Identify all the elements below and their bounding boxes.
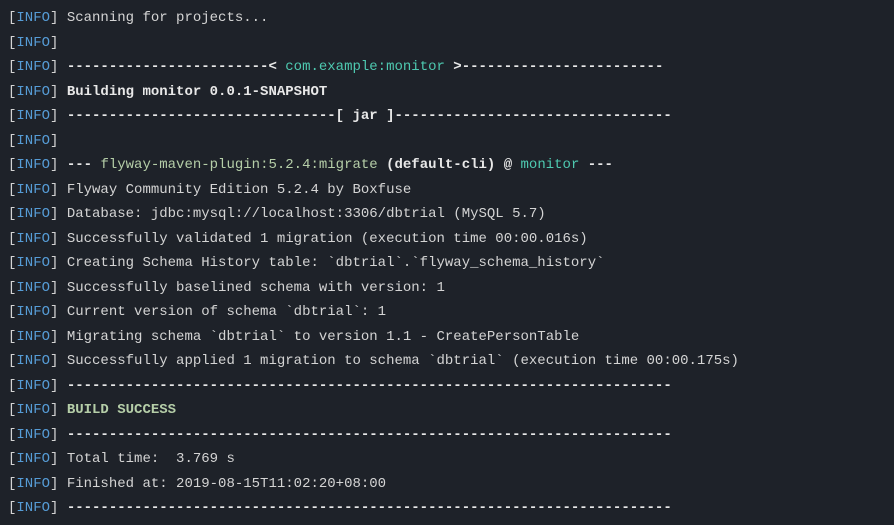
log-text: Creating Schema History table: `dbtrial`… bbox=[67, 255, 605, 271]
log-text: Current version of schema `dbtrial`: 1 bbox=[67, 304, 386, 320]
log-line: [INFO] ---------------------------------… bbox=[8, 496, 886, 521]
log-text: Scanning for projects... bbox=[67, 10, 269, 26]
log-line: [INFO] Current version of schema `dbtria… bbox=[8, 300, 886, 325]
build-success: BUILD SUCCESS bbox=[67, 402, 176, 418]
log-line: [INFO] ---------------------------------… bbox=[8, 374, 886, 399]
plugin-rule-left: --- bbox=[67, 157, 101, 173]
total-time: Total time: 3.769 s bbox=[67, 451, 235, 467]
log-line: [INFO] Successfully validated 1 migratio… bbox=[8, 227, 886, 252]
log-text: Successfully applied 1 migration to sche… bbox=[67, 353, 739, 369]
log-text: Migrating schema `dbtrial` to version 1.… bbox=[67, 329, 579, 345]
log-line: [INFO] --------------------------------[… bbox=[8, 104, 886, 129]
log-line: [INFO] Migrating schema `dbtrial` to ver… bbox=[8, 325, 886, 350]
plugin-rule-right: --- bbox=[579, 157, 613, 173]
packaging-rule: --------------------------------[ jar ]-… bbox=[67, 108, 672, 124]
log-line: [INFO] ------------------------< com.exa… bbox=[8, 55, 886, 80]
log-line: [INFO] bbox=[8, 129, 886, 154]
building-line: Building monitor 0.0.1-SNAPSHOT bbox=[67, 84, 327, 100]
project-coords: com.example:monitor bbox=[285, 59, 445, 75]
log-line: [INFO] bbox=[8, 31, 886, 56]
plugin-exec: (default-cli) bbox=[378, 157, 496, 173]
separator-rule: ----------------------------------------… bbox=[67, 427, 672, 443]
log-line: [INFO] Creating Schema History table: `d… bbox=[8, 251, 886, 276]
log-line: [INFO] ---------------------------------… bbox=[8, 423, 886, 448]
tag-close: ] bbox=[50, 10, 58, 26]
terminal-output: [INFO] Scanning for projects... [INFO] [… bbox=[0, 0, 894, 525]
log-text: Flyway Community Edition 5.2.4 by Boxfus… bbox=[67, 182, 411, 198]
log-text: Successfully validated 1 migration (exec… bbox=[67, 231, 588, 247]
separator-rule: ----------------------------------------… bbox=[67, 378, 672, 394]
plugin-module: monitor bbox=[521, 157, 580, 173]
plugin-goal: flyway-maven-plugin:5.2.4:migrate bbox=[100, 157, 377, 173]
rule-left: ------------------------< bbox=[67, 59, 285, 75]
finished-at: Finished at: 2019-08-15T11:02:20+08:00 bbox=[67, 476, 386, 492]
log-line: [INFO] Total time: 3.769 s bbox=[8, 447, 886, 472]
log-line: [INFO] Building monitor 0.0.1-SNAPSHOT bbox=[8, 80, 886, 105]
log-line: [INFO] Scanning for projects... bbox=[8, 6, 886, 31]
log-line: [INFO] Finished at: 2019-08-15T11:02:20+… bbox=[8, 472, 886, 497]
log-line: [INFO] BUILD SUCCESS bbox=[8, 398, 886, 423]
log-text: Successfully baselined schema with versi… bbox=[67, 280, 445, 296]
log-text: Database: jdbc:mysql://localhost:3306/db… bbox=[67, 206, 546, 222]
tag-level: INFO bbox=[16, 10, 50, 26]
log-line: [INFO] Database: jdbc:mysql://localhost:… bbox=[8, 202, 886, 227]
log-line: [INFO] Flyway Community Edition 5.2.4 by… bbox=[8, 178, 886, 203]
log-line: [INFO] Successfully applied 1 migration … bbox=[8, 349, 886, 374]
plugin-at: @ bbox=[495, 157, 520, 173]
separator-rule: ----------------------------------------… bbox=[67, 500, 672, 516]
rule-right: >------------------------ bbox=[445, 59, 663, 75]
log-line: [INFO] Successfully baselined schema wit… bbox=[8, 276, 886, 301]
log-line: [INFO] --- flyway-maven-plugin:5.2.4:mig… bbox=[8, 153, 886, 178]
